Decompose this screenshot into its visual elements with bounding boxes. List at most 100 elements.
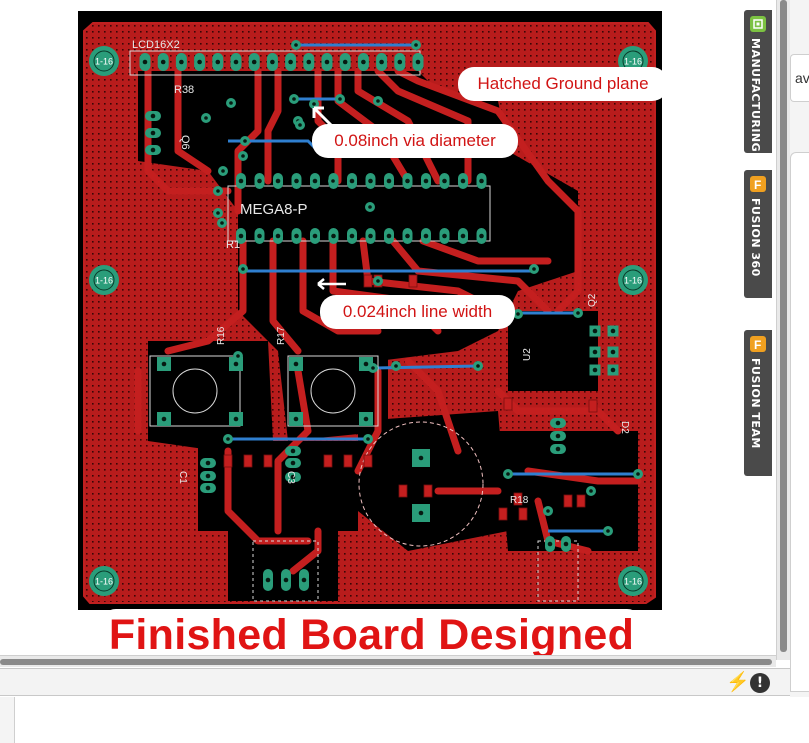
svg-text:F: F: [754, 178, 761, 192]
pad: [254, 173, 265, 189]
pad: [157, 53, 169, 71]
pad: [550, 444, 566, 454]
pad: [263, 569, 273, 591]
smd-pad: [518, 507, 528, 521]
tab-manufacturing[interactable]: MANUFACTURING: [744, 10, 772, 153]
q2-label: Q2: [587, 293, 598, 307]
tab-fusion-team[interactable]: F FUSION TEAM: [744, 330, 772, 476]
pad: [384, 228, 394, 244]
mounting-hole-label: 1-16: [624, 57, 642, 67]
tab-fusion-360-label: FUSION 360: [749, 198, 762, 277]
bottom-panel: [0, 697, 809, 743]
right-side-lower-panel: [790, 152, 809, 692]
via-pointer-arrow: [312, 106, 334, 128]
pad: [328, 228, 339, 244]
pad: [266, 53, 278, 71]
r38-label: R38: [174, 84, 194, 96]
save-card[interactable]: ave: [790, 54, 809, 102]
pad: [458, 173, 468, 189]
vertical-scrollbar-thumb[interactable]: [780, 0, 787, 652]
smd-pad: [423, 484, 433, 498]
pad: [273, 173, 283, 189]
horizontal-scrollbar-thumb[interactable]: [0, 659, 772, 665]
smd-pad: [263, 454, 273, 468]
pad: [139, 53, 151, 71]
status-bar: ⚡ !: [0, 668, 790, 696]
d2-label: D2: [619, 421, 630, 434]
pad: [384, 173, 394, 189]
pad: [550, 418, 566, 428]
smd-pad: [323, 454, 333, 468]
via: [213, 186, 223, 196]
via: [391, 361, 401, 371]
via: [543, 506, 553, 516]
pad: [394, 53, 406, 71]
tab-manufacturing-label: MANUFACTURING: [749, 38, 762, 153]
via: [217, 218, 227, 228]
via: [240, 136, 250, 146]
pad: [589, 346, 601, 358]
via: [633, 469, 643, 479]
smd-pad: [408, 274, 418, 288]
via: [291, 40, 301, 50]
mcu-label: MEGA8-P: [240, 201, 308, 218]
pad: [175, 53, 187, 71]
via: [373, 276, 383, 286]
pad: [236, 173, 246, 189]
pad: [230, 53, 242, 71]
pad: [439, 173, 450, 189]
pad: [589, 325, 601, 337]
fusion-360-icon: F: [750, 176, 766, 192]
smd-pad: [576, 494, 586, 508]
pad: [212, 53, 224, 71]
pad: [289, 357, 303, 371]
line-width-pointer-arrow: [317, 278, 346, 290]
mounting-hole-label: 1-16: [95, 57, 113, 67]
pad: [157, 412, 171, 426]
pad: [412, 53, 424, 71]
ground-plane-callout: Hatched Ground plane: [458, 67, 668, 101]
mounting-hole-label: 1-16: [624, 577, 642, 587]
pad: [299, 569, 309, 591]
pad: [347, 228, 357, 244]
command-area[interactable]: [14, 697, 809, 743]
horizontal-scrollbar[interactable]: [0, 655, 776, 667]
pad: [145, 128, 161, 138]
line-width-callout: 0.024inch line width: [320, 295, 515, 329]
smd-pad: [363, 454, 373, 468]
pad: [421, 173, 431, 189]
smd-pad: [243, 454, 253, 468]
mounting-hole-label: 1-16: [95, 577, 113, 587]
mounting-hole: 1-16: [89, 46, 119, 76]
pad: [439, 228, 450, 244]
pad: [200, 458, 216, 468]
pad: [289, 412, 303, 426]
mounting-hole-label: 1-16: [95, 276, 113, 286]
pad: [458, 228, 468, 244]
pad: [412, 504, 430, 522]
save-card-text: ave: [795, 70, 809, 86]
pad: [291, 228, 302, 244]
pad: [402, 228, 413, 244]
pad: [285, 446, 301, 456]
warning-icon[interactable]: !: [750, 673, 770, 693]
pad: [310, 228, 320, 244]
smd-pad: [398, 484, 408, 498]
smd-pad: [363, 274, 373, 288]
via: [368, 363, 378, 373]
via: [213, 208, 223, 218]
vertical-scrollbar[interactable]: [776, 0, 790, 660]
pad: [550, 431, 566, 441]
lightning-icon[interactable]: ⚡: [726, 673, 750, 693]
pad: [291, 173, 302, 189]
pad: [145, 111, 161, 121]
tab-fusion-360[interactable]: F FUSION 360: [744, 170, 772, 298]
via-diameter-callout: 0.08inch via diameter: [312, 124, 518, 158]
lcd-label: LCD16X2: [132, 39, 180, 51]
tab-fusion-team-label: FUSION TEAM: [749, 358, 762, 449]
pcb-canvas[interactable]: 1-16 1-16 1-16 1-16 1-16 1-16 LCD16X2 MEGA8-P…: [0, 0, 776, 655]
via: [238, 264, 248, 274]
via: [603, 526, 613, 536]
pad: [281, 569, 291, 591]
pad: [607, 325, 619, 337]
